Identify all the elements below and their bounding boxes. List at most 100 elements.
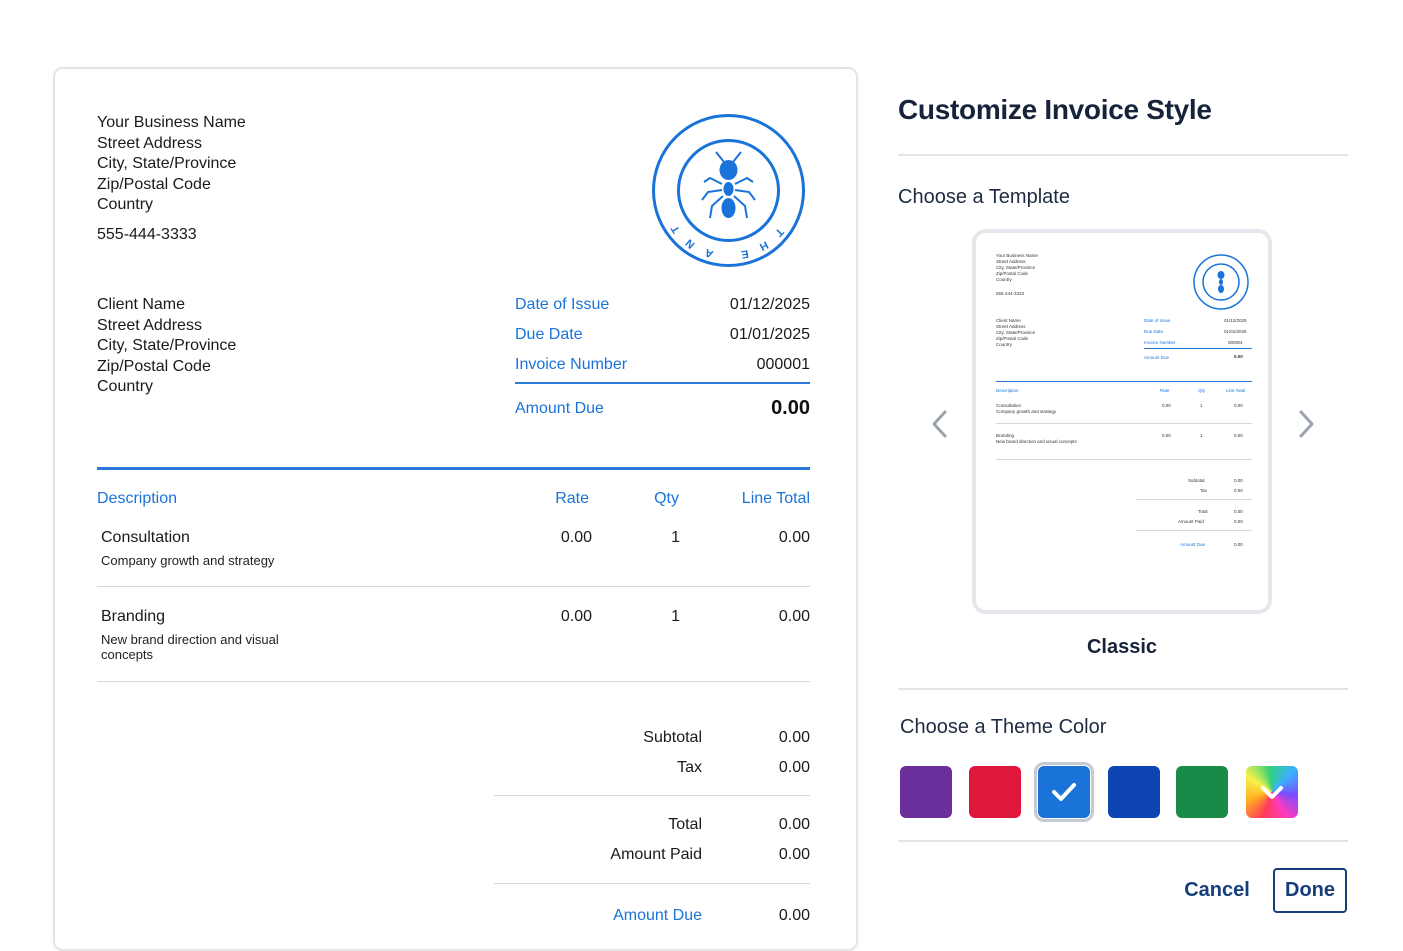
- thumb-business-phone: 555-444-3333: [996, 291, 1025, 296]
- color-section-label: Choose a Theme Color: [900, 716, 1107, 738]
- tax-label: Tax: [677, 759, 702, 776]
- thumb-total-value: 0.00: [1234, 509, 1243, 514]
- row1-rate: 0.00: [560, 529, 592, 546]
- business-phone: 555-444-3333: [97, 226, 197, 243]
- color-swatch-red[interactable]: [969, 766, 1021, 818]
- thumb-subtotal-value: 0.00: [1234, 478, 1243, 483]
- thumb-date-label: Date of Issue: [1144, 318, 1171, 323]
- thumb-paid-value: 0.00: [1234, 519, 1243, 524]
- row2-title: Branding: [101, 608, 166, 625]
- thumb-header-total: Line Total: [1226, 388, 1246, 393]
- panel-title: Customize Invoice Style: [898, 94, 1212, 125]
- thumb-header-qty: Qty: [1198, 388, 1206, 393]
- total-label: Total: [668, 816, 702, 833]
- amount-due-footer-value: 0.00: [778, 907, 810, 924]
- total-value: 0.00: [778, 816, 810, 833]
- header-line-total: Line Total: [741, 490, 810, 507]
- thumb-business-city: City, State/Province: [996, 265, 1036, 270]
- meta-divider: [515, 382, 810, 384]
- row1-total: 0.00: [778, 529, 810, 546]
- thumb-paid-label: Amount Paid: [1178, 519, 1204, 524]
- business-country: Country: [97, 196, 154, 213]
- header-qty: Qty: [654, 490, 679, 507]
- thumb-business-name: Your Business Name: [996, 253, 1038, 258]
- amount-paid-value: 0.00: [778, 846, 810, 863]
- business-zip: Zip/Postal Code: [97, 175, 211, 193]
- done-button[interactable]: Done: [1273, 868, 1347, 913]
- row1-description: Company growth and strategy: [101, 553, 275, 568]
- thumb-row2-total: 0.00: [1234, 433, 1243, 438]
- client-address: Client Name Street Address City, State/P…: [97, 295, 236, 398]
- thumb-client-zip: Zip/Postal Code: [996, 336, 1029, 341]
- company-logo: THE ANT AGENCY: [640, 103, 807, 269]
- template-name: Classic: [1086, 636, 1158, 658]
- table-top-divider: [97, 467, 810, 470]
- color-swatch-green[interactable]: [1176, 766, 1228, 818]
- thumb-header-rate: Rate: [1160, 388, 1170, 393]
- amount-due-label: Amount Due: [515, 400, 604, 417]
- client-name: Client Name: [97, 296, 186, 313]
- totals-divider: [494, 883, 810, 884]
- thumb-business-street: Street Address: [996, 259, 1026, 264]
- client-street: Street Address: [97, 316, 202, 334]
- thumb-row1-desc: Company growth and strategy: [996, 409, 1057, 414]
- thumb-logo: [1192, 253, 1250, 316]
- cancel-button[interactable]: Cancel: [1178, 868, 1256, 913]
- thumb-client-country: Country: [996, 342, 1012, 347]
- client-country: Country: [97, 378, 154, 395]
- amount-paid-label: Amount Paid: [610, 846, 702, 863]
- amount-due-value: 0.00: [771, 397, 810, 419]
- thumb-row1-rate: 0.00: [1162, 403, 1171, 408]
- invoice-number-label: Invoice Number: [515, 356, 628, 373]
- thumb-tax-value: 0.00: [1234, 488, 1243, 493]
- invoice-document: Your Business Name Street Address City, …: [53, 67, 858, 951]
- thumb-due-label: Due Date: [1144, 329, 1164, 334]
- thumb-client-street: Street Address: [996, 324, 1026, 329]
- thumb-date-value: 01/12/2025: [1224, 318, 1247, 323]
- thumb-row1-qty: 1: [1200, 403, 1203, 408]
- invoice-number-value: 000001: [756, 356, 810, 373]
- chevron-down-icon: [1261, 786, 1283, 799]
- color-swatch-purple[interactable]: [900, 766, 952, 818]
- thumb-header-description: Description: [996, 388, 1019, 393]
- thumb-number-value: 000001: [1228, 340, 1244, 345]
- chevron-left-icon[interactable]: [924, 404, 954, 444]
- amount-due-footer-label: Amount Due: [613, 907, 702, 924]
- row2-description: New brand direction and visual concepts: [101, 632, 279, 662]
- thumb-due-footer-value: 0.00: [1234, 542, 1243, 547]
- color-swatch-navy[interactable]: [1108, 766, 1160, 818]
- template-thumbnail-classic[interactable]: Your Business Name Street Address City, …: [972, 229, 1272, 614]
- thumb-client-city: City, State/Province: [996, 330, 1036, 335]
- thumb-amount-due-label: Amount Due: [1144, 355, 1170, 360]
- thumb-business-country: Country: [996, 277, 1012, 282]
- business-city: City, State/Province: [97, 155, 237, 172]
- row-divider: [97, 586, 810, 587]
- due-date-label: Due Date: [515, 326, 583, 343]
- date-of-issue-value: 01/12/2025: [729, 296, 810, 313]
- thumb-due-footer-label: Amount Due: [1180, 542, 1206, 547]
- thumb-due-value: 01/01/2025: [1224, 329, 1247, 334]
- row1-title: Consultation: [101, 529, 190, 546]
- client-zip: Zip/Postal Code: [97, 357, 211, 375]
- thumb-tax-label: Tax: [1200, 488, 1208, 493]
- color-swatch-custom[interactable]: [1246, 766, 1298, 818]
- thumb-row2-qty: 1: [1200, 433, 1203, 438]
- panel-divider: [898, 840, 1348, 842]
- subtotal-label: Subtotal: [643, 729, 702, 746]
- client-city: City, State/Province: [97, 337, 237, 354]
- thumb-subtotal-label: Subtotal: [1188, 478, 1205, 483]
- chevron-right-icon[interactable]: [1292, 404, 1322, 444]
- thumb-row2-desc: New brand direction and visual concepts: [996, 439, 1077, 444]
- panel-divider: [898, 688, 1348, 690]
- due-date-value: 01/01/2025: [729, 326, 810, 343]
- thumb-row2-title: Branding: [996, 433, 1015, 438]
- thumb-row1-title: Consultation: [996, 403, 1022, 408]
- color-swatch-blue[interactable]: [1034, 762, 1094, 822]
- tax-value: 0.00: [778, 759, 810, 776]
- thumb-amount-due-value: 0.00: [1234, 354, 1243, 359]
- template-section-label: Choose a Template: [898, 186, 1070, 208]
- subtotal-value: 0.00: [778, 729, 810, 746]
- business-street: Street Address: [97, 134, 202, 152]
- thumb-row1-total: 0.00: [1234, 403, 1243, 408]
- header-rate: Rate: [555, 490, 589, 507]
